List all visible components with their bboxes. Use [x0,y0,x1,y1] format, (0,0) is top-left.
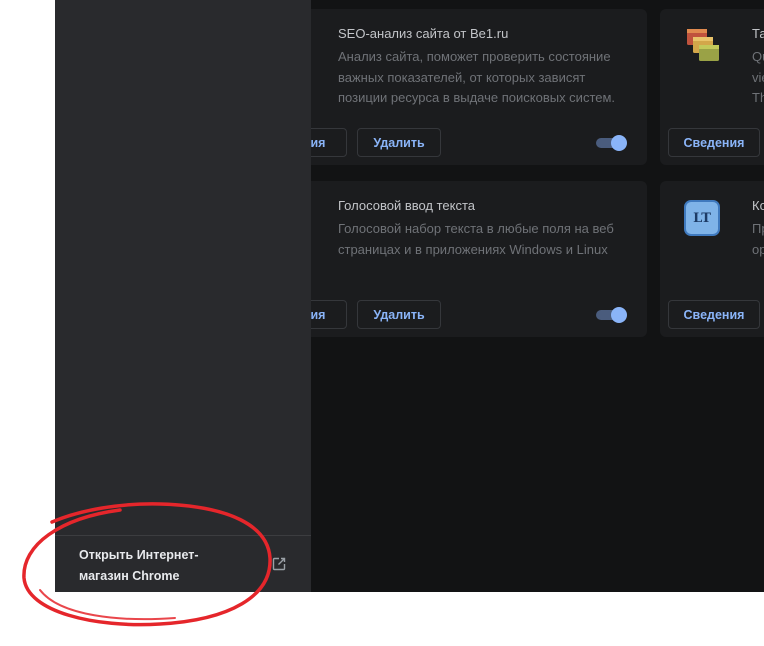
extension-enable-toggle[interactable] [594,307,628,323]
tab-manager-icon [687,29,719,61]
extensions-grid: SEO-анализ сайта от Be1.ru Анализ сайта,… [257,0,764,592]
extension-title: Та [752,26,764,41]
extension-title: SEO-анализ сайта от Be1.ru [338,26,509,41]
toggle-knob [611,135,627,151]
open-in-new-icon[interactable] [271,556,287,572]
extension-card-tabs: Та Qu vie Th Сведения [660,9,764,165]
toggle-knob [611,307,627,323]
extension-card-voice-input: Голосовой ввод текста Голосовой набор те… [257,181,647,337]
extension-title: Голосовой ввод текста [338,198,476,213]
details-button[interactable]: Сведения [668,128,760,157]
extension-description: Qu vie Th [752,49,764,105]
extensions-page: SEO-анализ сайта от Be1.ru Анализ сайта,… [55,0,764,592]
sidebar: Открыть Интернет-магазин Chrome [55,0,311,592]
extension-description: Голосовой набор текста в любые поля на в… [338,221,614,257]
remove-button[interactable]: Удалить [357,300,441,329]
sidebar-divider [55,535,311,536]
languagetool-icon-text: LT [693,210,711,226]
extension-card-seo: SEO-анализ сайта от Be1.ru Анализ сайта,… [257,9,647,165]
remove-button[interactable]: Удалить [357,128,441,157]
extension-title: Ко [752,198,764,213]
extension-enable-toggle[interactable] [594,135,628,151]
extension-description: Пр ор [752,221,764,257]
extension-card-languagetool: LT Ко Пр ор Сведения [660,181,764,337]
languagetool-icon: LT [684,200,720,236]
details-button[interactable]: Сведения [668,300,760,329]
extension-description: Анализ сайта, поможет проверить состояни… [338,49,616,105]
chrome-web-store-link[interactable]: Открыть Интернет-магазин Chrome [79,545,229,587]
